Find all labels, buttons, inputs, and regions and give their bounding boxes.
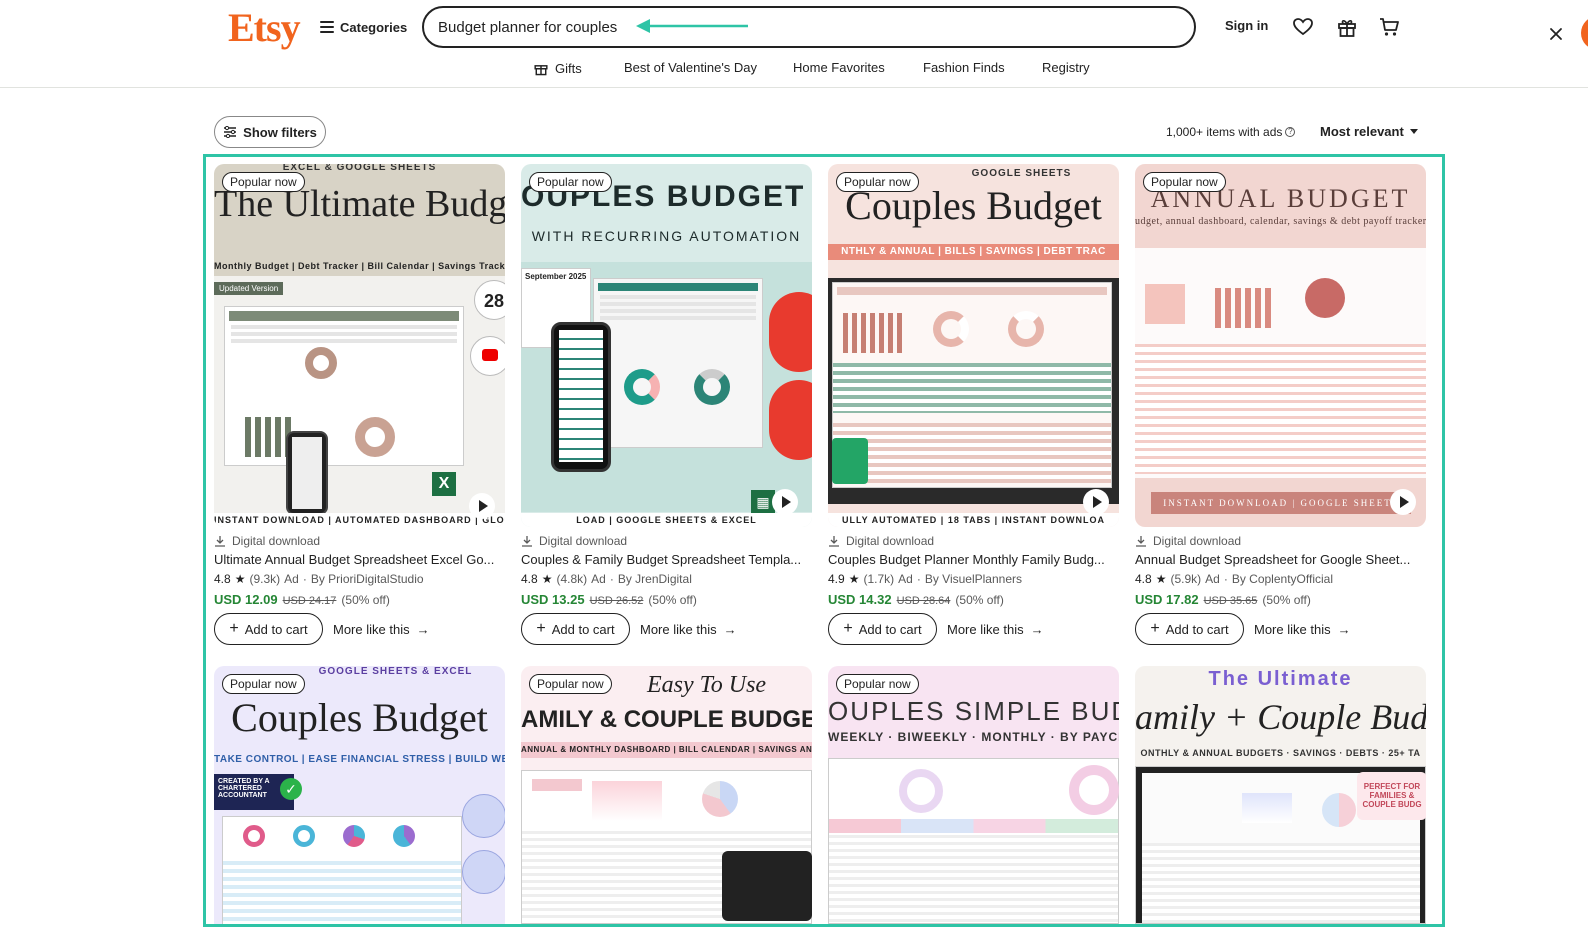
play-video-icon[interactable] bbox=[772, 489, 798, 515]
categories-button[interactable]: Categories bbox=[320, 16, 407, 38]
popular-badge: Popular now bbox=[529, 172, 612, 192]
close-icon[interactable] bbox=[1546, 24, 1566, 44]
sign-in-link[interactable]: Sign in bbox=[1225, 18, 1268, 33]
nav-registry[interactable]: Registry bbox=[1042, 60, 1090, 75]
show-filters-button[interactable]: Show filters bbox=[214, 116, 326, 148]
show-filters-label: Show filters bbox=[243, 124, 317, 140]
nav-fashion-finds[interactable]: Fashion Finds bbox=[923, 60, 1005, 75]
annotation-arrow bbox=[636, 19, 748, 33]
search-input[interactable] bbox=[438, 16, 618, 38]
nav-valentines[interactable]: Best of Valentine's Day bbox=[624, 60, 757, 75]
search-button[interactable] bbox=[1581, 16, 1588, 50]
popular-badge: Popular now bbox=[529, 674, 612, 694]
help-icon[interactable]: ? bbox=[1285, 127, 1296, 137]
popular-badge: Popular now bbox=[222, 674, 305, 694]
filter-icon bbox=[224, 126, 237, 138]
result-count: 1,000+ items with ads ? bbox=[1166, 125, 1296, 139]
gift-icon[interactable] bbox=[1336, 16, 1358, 38]
cart-icon[interactable] bbox=[1378, 16, 1400, 38]
nav-gifts-label: Gifts bbox=[555, 60, 582, 76]
gift-icon bbox=[534, 65, 548, 76]
sort-label: Most relevant bbox=[1320, 124, 1404, 139]
search-bar bbox=[422, 6, 1588, 50]
menu-icon bbox=[320, 21, 334, 33]
popular-badge: Popular now bbox=[836, 674, 919, 694]
category-nav: Gifts Best of Valentine's Day Home Favor… bbox=[0, 58, 1588, 80]
play-video-icon[interactable] bbox=[1390, 489, 1416, 515]
heart-icon[interactable] bbox=[1292, 16, 1314, 38]
play-video-icon[interactable] bbox=[1083, 489, 1109, 515]
nav-gifts[interactable]: Gifts bbox=[533, 60, 582, 76]
nav-home-favorites[interactable]: Home Favorites bbox=[793, 60, 885, 75]
etsy-logo[interactable]: Etsy bbox=[228, 4, 301, 51]
play-video-icon[interactable] bbox=[469, 493, 495, 519]
highlight-frame bbox=[203, 154, 1445, 927]
popular-badge: Popular now bbox=[1143, 172, 1226, 192]
site-header: Etsy Categories Sign in Gifts Best of Va… bbox=[0, 0, 1588, 88]
categories-label: Categories bbox=[340, 19, 408, 35]
result-count-text: 1,000+ items with ads bbox=[1166, 125, 1283, 139]
popular-badge: Popular now bbox=[836, 172, 919, 192]
caret-down-icon bbox=[1409, 129, 1418, 134]
sort-dropdown[interactable]: Most relevant bbox=[1320, 124, 1418, 139]
popular-badge: Popular now bbox=[222, 172, 305, 192]
